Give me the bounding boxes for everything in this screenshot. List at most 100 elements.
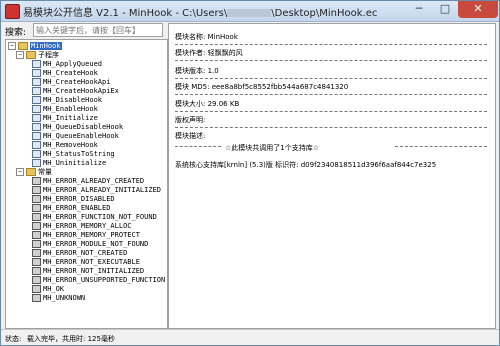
tree-item-label: 子程序 <box>38 51 59 59</box>
constant-icon <box>32 222 41 230</box>
constant-icon <box>32 204 41 212</box>
constant-icon <box>32 249 41 257</box>
function-icon <box>32 141 41 149</box>
tree-item[interactable]: MH_ApplyQueued <box>32 60 102 69</box>
function-icon <box>32 150 41 158</box>
divider <box>175 78 487 79</box>
tree-item[interactable]: MH_ERROR_FUNCTION_NOT_FOUND <box>32 213 157 222</box>
tree-item-label: MH_CreateHookApiEx <box>43 87 119 95</box>
constant-icon <box>32 186 41 194</box>
constant-icon <box>32 258 41 266</box>
tree-item-label: MinHook <box>30 42 62 50</box>
tree-group[interactable]: − 子程序 <box>16 51 59 60</box>
divider <box>175 111 487 112</box>
redacted-username <box>227 9 272 17</box>
tree-item[interactable]: MH_ERROR_NOT_CREATED <box>32 249 127 258</box>
function-icon <box>32 60 41 68</box>
tree-item-label: MH_ERROR_MEMORY_PROTECT <box>43 231 140 239</box>
tree-item-label: MH_ERROR_ENABLED <box>43 204 111 212</box>
tree-item[interactable]: MH_CreateHook <box>32 69 98 78</box>
function-icon <box>32 114 41 122</box>
tree-item[interactable]: MH_ERROR_MEMORY_ALLOC <box>32 222 132 231</box>
tree-item-label: 常量 <box>38 168 52 176</box>
tree-group[interactable]: − 常量 <box>16 168 52 177</box>
tree-item[interactable]: MH_Initialize <box>32 114 98 123</box>
tree-item-label: MH_UNKNOWN <box>43 294 86 302</box>
tree-item[interactable]: MH_ERROR_DISABLED <box>32 195 115 204</box>
tree-item-label: MH_ApplyQueued <box>43 60 103 68</box>
tree-item-label: MH_QueueEnableHook <box>43 132 119 140</box>
module-name: 模块名称: MinHook <box>175 33 238 41</box>
module-tree[interactable]: − MinHook − 子程序 MH_ApplyQueued MH_CreateHook M… <box>5 39 168 329</box>
search-input[interactable] <box>33 23 163 37</box>
tree-item[interactable]: MH_ERROR_NOT_EXECUTABLE <box>32 258 140 267</box>
tree-item[interactable]: MH_QueueEnableHook <box>32 132 119 141</box>
folder-icon <box>26 168 36 176</box>
tree-item-label: MH_ERROR_NOT_INITIALIZED <box>43 267 145 275</box>
divider <box>175 146 221 147</box>
tree-item[interactable]: MH_StatusToString <box>32 150 115 159</box>
tree-item[interactable]: MH_CreateHookApiEx <box>32 87 119 96</box>
divider <box>395 146 487 147</box>
close-button[interactable]: ✕ <box>458 1 498 18</box>
function-icon <box>32 132 41 140</box>
support-library-detail: 系统核心支持库[krnln] (5.3)版 标识符: d09f234081851… <box>175 161 437 169</box>
constant-icon <box>32 195 41 203</box>
tree-item-label: MH_EnableHook <box>43 105 98 113</box>
tree-root-minhook[interactable]: − MinHook <box>8 42 62 51</box>
collapse-icon[interactable]: − <box>16 168 24 176</box>
divider <box>175 44 487 45</box>
tree-item[interactable]: MH_OK <box>32 285 64 294</box>
divider <box>175 94 487 95</box>
tree-item-label: MH_Uninitialize <box>43 159 107 167</box>
tree-item-label: MH_QueueDisableHook <box>43 123 124 131</box>
tree-item-label: MH_DisableHook <box>43 96 103 104</box>
tree-item[interactable]: MH_ERROR_MEMORY_PROTECT <box>32 231 140 240</box>
collapse-icon[interactable]: − <box>8 42 16 50</box>
maximize-button[interactable]: □ <box>432 1 458 18</box>
tree-item[interactable]: MH_CreateHookApi <box>32 78 110 87</box>
module-size: 模块大小: 29.06 KB <box>175 100 240 108</box>
collapse-icon[interactable]: − <box>16 51 24 59</box>
folder-icon <box>18 42 28 50</box>
divider <box>175 127 487 128</box>
function-icon <box>32 105 41 113</box>
tree-item[interactable]: MH_ERROR_ENABLED <box>32 204 110 213</box>
title-bar[interactable]: 易模块公开信息 V2.1 - MinHook - C:\Users\ \Deskt… <box>1 1 499 22</box>
tree-item[interactable]: MH_RemoveHook <box>32 141 98 150</box>
main-window: 易模块公开信息 V2.1 - MinHook - C:\Users\ \Deskt… <box>0 0 500 346</box>
support-library-note: ☆此模块共调用了1个支持库☆ <box>225 144 320 152</box>
tree-item-label: MH_ERROR_UNSUPPORTED_FUNCTION <box>43 276 166 284</box>
module-copyright: 版权声明: <box>175 116 206 124</box>
constant-icon <box>32 267 41 275</box>
tree-item[interactable]: MH_ERROR_ALREADY_CREATED <box>32 177 144 186</box>
function-icon <box>32 69 41 77</box>
tree-item[interactable]: MH_ERROR_MODULE_NOT_FOUND <box>32 240 148 249</box>
constant-icon <box>32 213 41 221</box>
tree-item[interactable]: MH_ERROR_UNSUPPORTED_FUNCTION <box>32 276 165 285</box>
tree-item[interactable]: MH_ERROR_NOT_INITIALIZED <box>32 267 144 276</box>
tree-item-label: MH_ERROR_ALREADY_INITIALIZED <box>43 186 162 194</box>
function-icon <box>32 87 41 95</box>
tree-item-label: MH_ERROR_ALREADY_CREATED <box>43 177 145 185</box>
tree-item[interactable]: MH_QueueDisableHook <box>32 123 123 132</box>
app-icon <box>5 4 20 19</box>
search-bar: 搜索: <box>5 23 165 39</box>
tree-item-label: MH_ERROR_DISABLED <box>43 195 115 203</box>
module-author: 模块作者: 轻飘飘的风 <box>175 49 243 57</box>
status-bar: 状态: 载入完毕，共用时: 125毫秒 <box>1 329 499 345</box>
tree-item[interactable]: MH_DisableHook <box>32 96 102 105</box>
constant-icon <box>32 240 41 248</box>
function-icon <box>32 159 41 167</box>
tree-item[interactable]: MH_EnableHook <box>32 105 98 114</box>
tree-item-label: MH_ERROR_MODULE_NOT_FOUND <box>43 240 149 248</box>
module-md5: 模块 MD5: eee8a8bf5c8552fbb544a687c4841320 <box>175 83 349 91</box>
tree-item[interactable]: MH_UNKNOWN <box>32 294 85 303</box>
tree-item[interactable]: MH_Uninitialize <box>32 159 106 168</box>
constant-icon <box>32 177 41 185</box>
tree-item-label: MH_ERROR_MEMORY_ALLOC <box>43 222 132 230</box>
tree-item[interactable]: MH_ERROR_ALREADY_INITIALIZED <box>32 186 161 195</box>
minimize-button[interactable]: ─ <box>406 1 432 18</box>
divider <box>175 60 487 61</box>
tree-item-label: MH_RemoveHook <box>43 141 98 149</box>
